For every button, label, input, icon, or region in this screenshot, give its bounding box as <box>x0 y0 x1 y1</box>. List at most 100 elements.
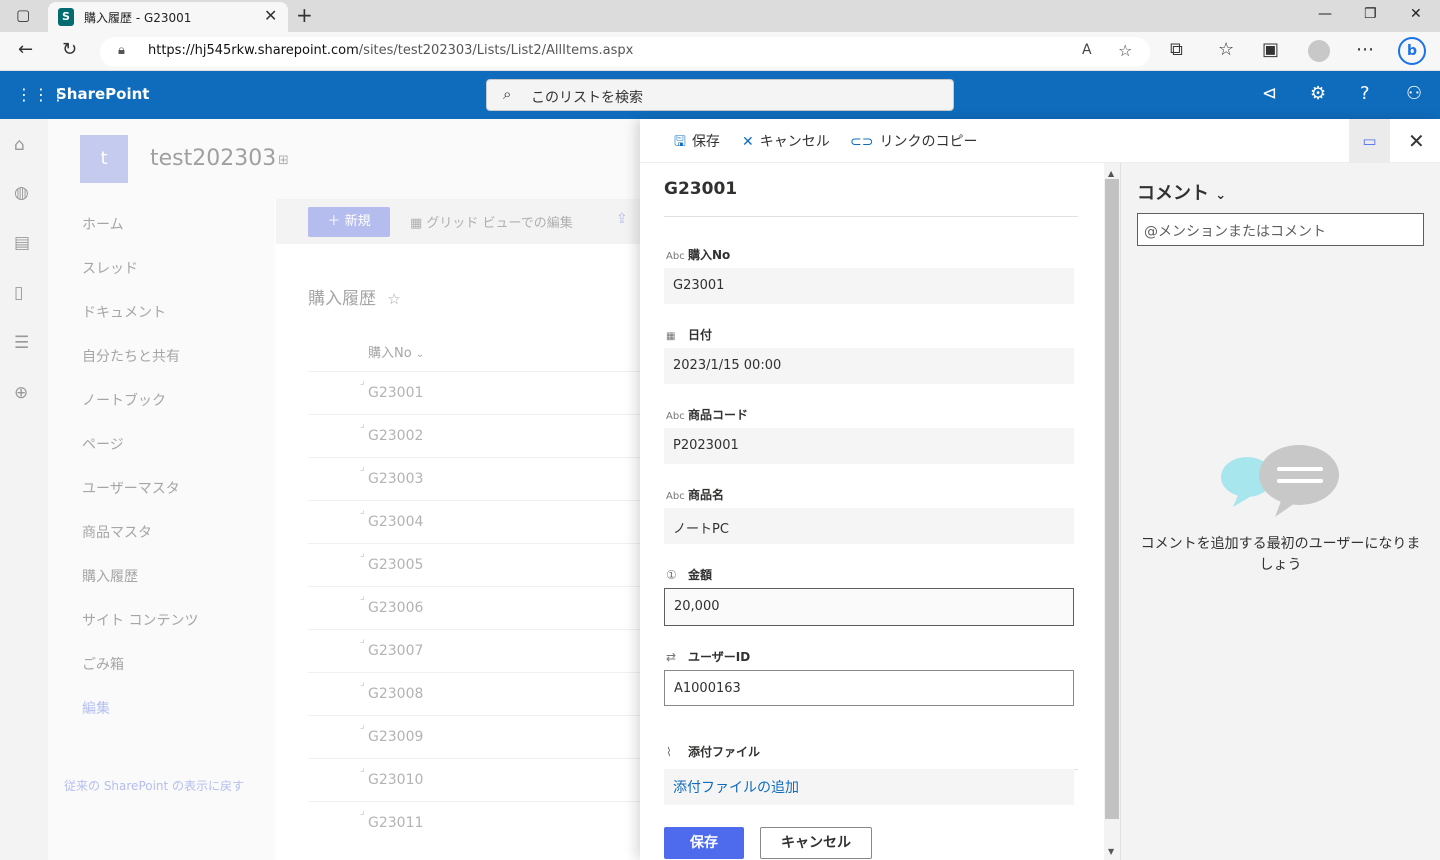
sparkle-icon: ⌟ <box>360 591 365 602</box>
browser-tab[interactable]: S 購入履歴 - G23001 ✕ <box>48 2 288 32</box>
new-item-button[interactable]: ＋ 新規 <box>308 207 390 237</box>
save-button[interactable]: 保存 <box>664 827 744 859</box>
back-icon[interactable]: ← <box>18 39 33 60</box>
bing-icon[interactable]: b <box>1398 37 1426 65</box>
megaphone-icon[interactable]: ⊲ <box>1262 83 1277 104</box>
nav-item-threads[interactable]: スレッド <box>82 258 138 278</box>
create-icon[interactable]: ⊕ <box>14 383 28 403</box>
settings-gear-icon[interactable]: ⚙ <box>1310 83 1326 104</box>
row-purchase-no[interactable]: G23002 <box>368 428 423 444</box>
restore-icon[interactable]: ❐ <box>1364 6 1377 22</box>
news-icon[interactable]: ▤ <box>14 233 30 253</box>
scroll-down-icon[interactable]: ▼ <box>1108 847 1114 856</box>
nav-item-recycle-bin[interactable]: ごみ箱 <box>82 654 124 674</box>
classic-view-link[interactable]: 従来の SharePoint の表示に戻す <box>64 777 244 794</box>
table-row[interactable]: ⌟ G23008 <box>308 672 640 715</box>
column-header-purchase-no[interactable]: 購入No ⌄ <box>368 342 424 361</box>
table-row[interactable]: ⌟ G23005 <box>308 543 640 586</box>
nav-item-user-master[interactable]: ユーザーマスタ <box>82 478 180 498</box>
document-icon[interactable]: ▯ <box>14 283 23 303</box>
comment-input[interactable]: @メンションまたはコメント <box>1137 213 1424 246</box>
toolbar-save-button[interactable]: 🖫︎ 保存 <box>674 131 720 155</box>
minimize-icon[interactable]: — <box>1318 6 1332 22</box>
user-id-input[interactable]: A1000163 <box>664 670 1074 706</box>
star-icon[interactable]: ☆ <box>387 290 400 308</box>
row-purchase-no[interactable]: G23006 <box>368 600 423 616</box>
row-purchase-no[interactable]: G23011 <box>368 815 423 831</box>
table-row[interactable]: ⌟ G23004 <box>308 500 640 543</box>
url-field[interactable]: 🔒︎ https://hj545rkw.sharepoint.com/sites… <box>100 37 1150 67</box>
table-row[interactable]: ⌟ G23006 <box>308 586 640 629</box>
row-purchase-no[interactable]: G23001 <box>368 385 423 401</box>
product-name-field[interactable]: ノートPC <box>664 508 1074 544</box>
more-icon[interactable]: ⋯ <box>1356 39 1374 60</box>
nav-item-documents[interactable]: ドキュメント <box>82 302 166 322</box>
site-name[interactable]: test202303 <box>150 146 276 171</box>
list-search-box[interactable]: ⌕ このリストを検索 <box>486 79 954 111</box>
nav-item-purchase-history[interactable]: 購入履歴 <box>82 566 138 586</box>
globe-icon[interactable]: ◍ <box>14 183 29 203</box>
home-icon[interactable]: ⌂ <box>14 135 25 155</box>
nav-edit-link[interactable]: 編集 <box>82 698 110 718</box>
comments-title[interactable]: コメント ⌄ <box>1137 179 1226 205</box>
panel-close-icon[interactable]: ✕ <box>1408 129 1425 153</box>
tab-actions-icon[interactable]: ▢ <box>16 6 30 24</box>
table-row[interactable]: ⌟ G23007 <box>308 629 640 672</box>
sparkle-icon: ⌟ <box>360 763 365 774</box>
lists-icon[interactable]: ☰ <box>14 333 29 353</box>
row-purchase-no[interactable]: G23008 <box>368 686 423 702</box>
nav-item-notebook[interactable]: ノートブック <box>82 390 166 410</box>
row-purchase-no[interactable]: G23007 <box>368 643 423 659</box>
window-close-icon[interactable]: ✕ <box>1410 6 1422 22</box>
profile-avatar[interactable] <box>1308 40 1330 62</box>
table-row[interactable]: ⌟ G23010 <box>308 758 640 801</box>
share-icon[interactable]: ⇪ <box>616 211 628 227</box>
product-code-field[interactable]: P2023001 <box>664 428 1074 464</box>
teams-icon[interactable]: ⊞ <box>278 153 289 168</box>
refresh-icon[interactable]: ↻ <box>62 39 77 60</box>
help-icon[interactable]: ? <box>1360 83 1370 104</box>
row-purchase-no[interactable]: G23010 <box>368 772 423 788</box>
cancel-button[interactable]: キャンセル <box>760 827 872 859</box>
site-logo[interactable]: t <box>80 135 128 183</box>
label-text: ユーザーID <box>688 650 751 664</box>
toolbar-cancel-button[interactable]: ✕ キャンセル <box>742 131 830 151</box>
row-purchase-no[interactable]: G23005 <box>368 557 423 573</box>
copy-link-button[interactable]: ⊂⊃ リンクのコピー <box>850 131 977 151</box>
purchase-no-field[interactable]: G23001 <box>664 268 1074 304</box>
row-purchase-no[interactable]: G23004 <box>368 514 423 530</box>
collections-icon[interactable]: ▣ <box>1262 39 1279 60</box>
scrollbar-thumb[interactable] <box>1105 179 1119 819</box>
table-row[interactable]: ⌟ G23011 <box>308 801 640 844</box>
table-row[interactable]: ⌟ G23001 <box>308 371 640 414</box>
grid-edit-button[interactable]: ▦ グリッド ビューでの編集 <box>410 212 573 231</box>
item-edit-panel: 🖫︎ 保存 ✕ キャンセル ⊂⊃ リンクのコピー ▭ ✕ G23001 Abc 購入No… <box>640 119 1440 860</box>
url-host: https://hj545rkw.sharepoint.com <box>148 43 359 58</box>
extensions-icon[interactable]: ⧉ <box>1170 39 1183 60</box>
table-row[interactable]: ⌟ G23003 <box>308 457 640 500</box>
brand-name[interactable]: SharePoint <box>56 85 149 103</box>
comments-toggle-icon[interactable]: ▭ <box>1349 119 1390 163</box>
add-attachment-link[interactable]: 添付ファイルの追加 <box>673 780 799 796</box>
save-icon: 🖫︎ <box>674 134 686 150</box>
table-row[interactable]: ⌟ G23002 <box>308 414 640 457</box>
read-aloud-icon[interactable]: A <box>1082 42 1092 58</box>
new-tab-icon[interactable]: + <box>296 3 313 27</box>
divider <box>664 216 1078 217</box>
account-icon[interactable]: ⚇ <box>1406 83 1422 104</box>
field-label-attachments: ⌇ 添付ファイル <box>666 743 760 760</box>
nav-item-site-contents[interactable]: サイト コンテンツ <box>82 610 198 630</box>
table-row[interactable]: ⌟ G23009 <box>308 715 640 758</box>
nav-item-home[interactable]: ホーム <box>82 214 124 234</box>
amount-input[interactable]: 20,000 <box>664 588 1074 626</box>
date-field[interactable]: 2023/1/15 00:00 <box>664 348 1074 384</box>
scroll-up-icon[interactable]: ▲ <box>1108 169 1114 178</box>
nav-item-product-master[interactable]: 商品マスタ <box>82 522 152 542</box>
favorite-add-icon[interactable]: ☆ <box>1118 41 1132 60</box>
nav-item-pages[interactable]: ページ <box>82 434 124 454</box>
row-purchase-no[interactable]: G23003 <box>368 471 423 487</box>
nav-item-shared[interactable]: 自分たちと共有 <box>82 346 180 366</box>
tab-close-icon[interactable]: ✕ <box>264 6 277 25</box>
favorites-icon[interactable]: ☆ <box>1218 39 1234 60</box>
row-purchase-no[interactable]: G23009 <box>368 729 423 745</box>
